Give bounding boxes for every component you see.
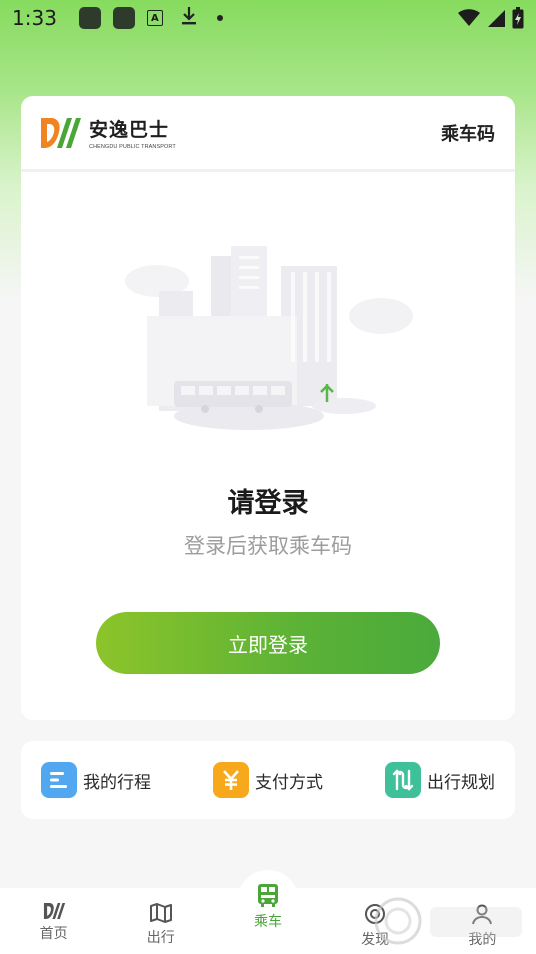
nav-item-travel[interactable]: 出行	[111, 888, 211, 947]
route-icon	[385, 762, 421, 798]
login-button[interactable]: 立即登录	[96, 612, 440, 674]
itinerary-icon	[41, 762, 77, 798]
nav-label: 首页	[39, 926, 68, 942]
brand-subtitle: CHENGDU PUBLIC TRANSPORT	[89, 144, 176, 150]
quick-actions: 我的行程 支付方式 出行规划	[21, 741, 515, 819]
brand-logo-icon	[41, 117, 81, 148]
page-title: 乘车码	[441, 123, 495, 145]
login-title: 请登录	[227, 488, 309, 519]
signal-icon	[488, 10, 505, 27]
brand-logo: 安逸巴士 CHENGDU PUBLIC TRANSPORT	[39, 115, 176, 150]
status-bar: 1:33 A	[0, 0, 536, 36]
yuan-icon	[213, 762, 249, 798]
watermark-logo	[374, 897, 522, 945]
status-time: 1:33	[12, 6, 57, 30]
app-icon	[78, 7, 101, 29]
quick-action-label: 支付方式	[255, 772, 323, 793]
battery-charging-icon	[512, 7, 524, 29]
quick-action-payment[interactable]: 支付方式	[213, 762, 323, 798]
ride-code-card: 安逸巴士 CHENGDU PUBLIC TRANSPORT 乘车码 请登录 登录…	[21, 96, 515, 720]
dot-icon	[216, 15, 223, 21]
nav-item-home[interactable]: 首页	[4, 888, 104, 943]
login-subtitle: 登录后获取乘车码	[184, 534, 352, 558]
quick-action-itinerary[interactable]: 我的行程	[41, 762, 151, 798]
quick-action-label: 出行规划	[427, 772, 495, 793]
download-icon	[181, 6, 197, 30]
brand-name: 安逸巴士	[89, 119, 170, 141]
map-icon	[149, 903, 172, 923]
nav-label: 乘车	[253, 914, 282, 930]
nav-label: 出行	[146, 930, 175, 946]
quick-action-route-planning[interactable]: 出行规划	[385, 762, 495, 798]
card-header: 安逸巴士 CHENGDU PUBLIC TRANSPORT 乘车码	[21, 96, 515, 172]
city-illustration	[125, 246, 413, 430]
wifi-icon	[458, 9, 480, 26]
nav-item-ride[interactable]: 乘车	[218, 882, 318, 931]
a-badge-icon: A	[146, 10, 163, 26]
app-icon	[112, 7, 135, 29]
bus-qr-icon	[257, 884, 278, 907]
quick-action-label: 我的行程	[83, 772, 151, 793]
home-logo-icon	[43, 903, 65, 919]
